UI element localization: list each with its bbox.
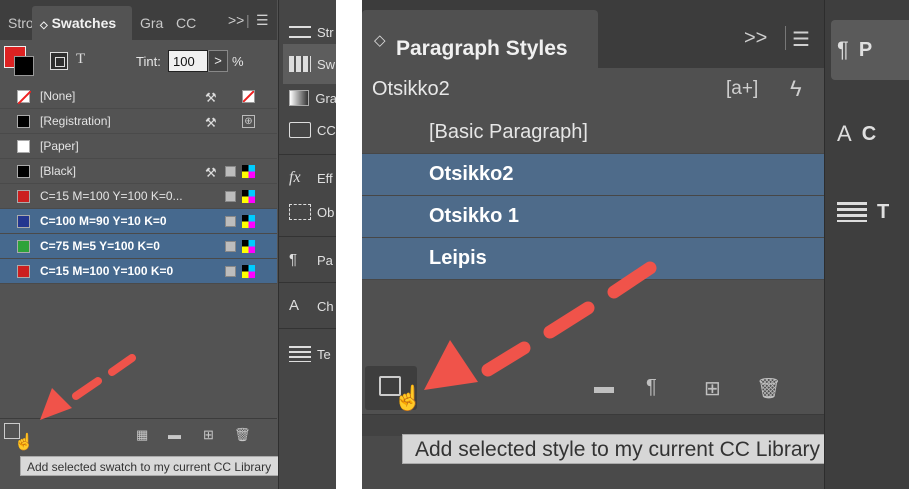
annotation-arrow <box>424 261 657 390</box>
swatches-panel-screenshot: Stro ◇ Swatches Gra CC >> | ☰ T Tint: > … <box>0 0 336 489</box>
paragraph-styles-panel-screenshot: ◇ Paragraph Styles >> ☰ Otsikko2 [a+] ϟ … <box>362 0 909 489</box>
annotation-arrow <box>40 354 136 420</box>
